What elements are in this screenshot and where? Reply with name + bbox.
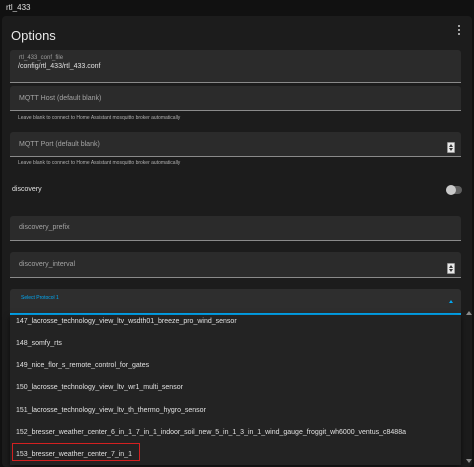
top-bar: rtl_433	[0, 0, 474, 16]
scroll-up-arrow-icon[interactable]	[466, 311, 472, 315]
mqtt-port-helper: Leave blank to connect to Home Assistant…	[18, 160, 181, 166]
discovery-interval-placeholder: discovery_interval	[19, 261, 76, 268]
dropdown-option[interactable]: 152_bresser_weather_center_6_in_1_7_in_1…	[10, 423, 461, 445]
mqtt-port-placeholder: MQTT Port (default blank)	[19, 141, 100, 148]
dropdown-option[interactable]: 149_nice_flor_s_remote_control_for_gates	[10, 356, 461, 378]
caret-up-icon	[449, 300, 453, 303]
dropdown-option[interactable]: 147_lacrosse_technology_view_ltv_wsdth01…	[10, 315, 461, 334]
protocol-select-label: Select Protocol 1	[21, 295, 59, 301]
dropdown-option-label: 151_lacrosse_technology_view_ltv_th_ther…	[16, 407, 206, 414]
dropdown-option[interactable]: 151_lacrosse_technology_view_ltv_th_ther…	[10, 401, 461, 423]
discovery-prefix-placeholder: discovery_prefix	[19, 224, 70, 231]
conf-file-label: rtl_433_conf_file	[19, 55, 64, 61]
dropdown-option-label: 150_lacrosse_technology_view_ltv_wr1_mul…	[16, 384, 183, 391]
mqtt-host-helper: Leave blank to connect to Home Assistant…	[18, 115, 181, 121]
discovery-toggle[interactable]	[446, 185, 462, 195]
discovery-interval-field[interactable]: discovery_interval	[10, 252, 461, 278]
dropdown-option-label: 149_nice_flor_s_remote_control_for_gates	[16, 362, 150, 369]
scroll-down-arrow-icon[interactable]	[466, 459, 472, 463]
card-title: Options	[11, 28, 56, 43]
dropdown-option[interactable]: 150_lacrosse_technology_view_ltv_wr1_mul…	[10, 378, 461, 400]
protocol-select[interactable]: Select Protocol 1	[10, 289, 461, 315]
discovery-interval-spinner[interactable]	[447, 263, 455, 274]
protocol-dropdown-list[interactable]: 147_lacrosse_technology_view_ltv_wsdth01…	[10, 315, 461, 465]
mqtt-port-spinner[interactable]	[447, 142, 455, 153]
highlight-box	[12, 443, 140, 461]
conf-file-value: /config/rtl_433/rtl_433.conf	[18, 63, 101, 70]
conf-file-field[interactable]: rtl_433_conf_file /config/rtl_433/rtl_43…	[10, 50, 461, 83]
window-title: rtl_433	[6, 3, 31, 12]
more-vert-icon[interactable]	[454, 24, 464, 38]
dropdown-option-label: 147_lacrosse_technology_view_ltv_wsdth01…	[16, 318, 237, 325]
discovery-label: discovery	[12, 186, 42, 193]
mqtt-host-field[interactable]: MQTT Host (default blank)	[10, 86, 461, 111]
mqtt-port-field[interactable]: MQTT Port (default blank)	[10, 132, 461, 157]
discovery-prefix-field[interactable]: discovery_prefix	[10, 216, 461, 241]
mqtt-host-placeholder: MQTT Host (default blank)	[19, 95, 102, 102]
dropdown-option-label: 148_somfy_rts	[16, 340, 62, 347]
dropdown-option-label: 152_bresser_weather_center_6_in_1_7_in_1…	[16, 429, 406, 436]
toggle-knob	[446, 185, 456, 195]
dropdown-option[interactable]: 148_somfy_rts	[10, 334, 461, 356]
